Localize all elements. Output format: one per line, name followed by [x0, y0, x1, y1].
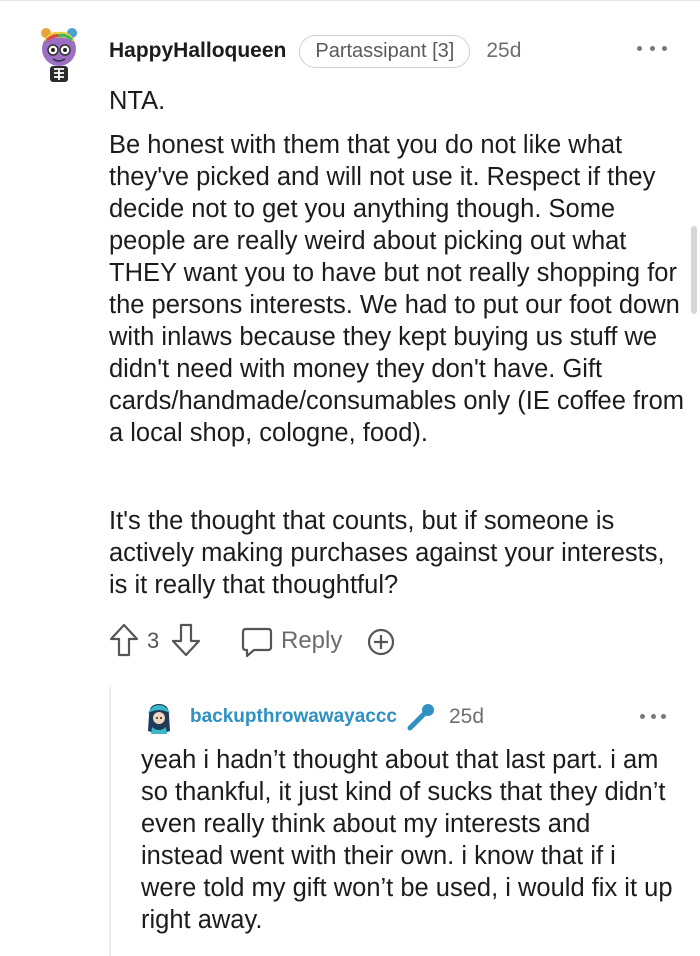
- upvote-arrow-icon[interactable]: [108, 622, 140, 658]
- comment-paragraph: Be honest with them that you do not like…: [109, 131, 684, 447]
- comment-header: HappyHalloqueen Partassipant [3] 25d: [109, 34, 521, 68]
- more-options-icon[interactable]: [637, 41, 667, 55]
- vote-count: 3: [147, 628, 160, 653]
- reply-button[interactable]: Reply: [281, 627, 342, 655]
- plus-award-icon[interactable]: [365, 626, 397, 658]
- speech-bubble-icon[interactable]: [240, 625, 274, 659]
- reply-username[interactable]: backupthrowawayaccc: [190, 706, 397, 728]
- reply-timestamp: 25d: [448, 705, 485, 728]
- timestamp: 25d: [486, 39, 522, 62]
- comment-paragraph: NTA.: [109, 87, 166, 115]
- top-divider: [0, 0, 700, 1]
- reply-header: backupthrowawayaccc 25d: [190, 702, 484, 732]
- reply-more-options-icon[interactable]: [640, 710, 666, 722]
- user-avatar[interactable]: [34, 26, 84, 84]
- microphone-icon: [407, 704, 434, 731]
- thread-line[interactable]: [109, 687, 111, 956]
- scrollbar-thumb[interactable]: [691, 226, 697, 314]
- user-flair: Partassipant [3]: [299, 34, 471, 68]
- reply-user-avatar[interactable]: [144, 701, 174, 735]
- downvote-arrow-icon[interactable]: [170, 622, 202, 658]
- reply-body: yeah i hadn’t thought about that last pa…: [141, 746, 673, 934]
- comment-paragraph: It's the thought that counts, but if som…: [109, 507, 665, 599]
- username[interactable]: HappyHalloqueen: [109, 39, 286, 63]
